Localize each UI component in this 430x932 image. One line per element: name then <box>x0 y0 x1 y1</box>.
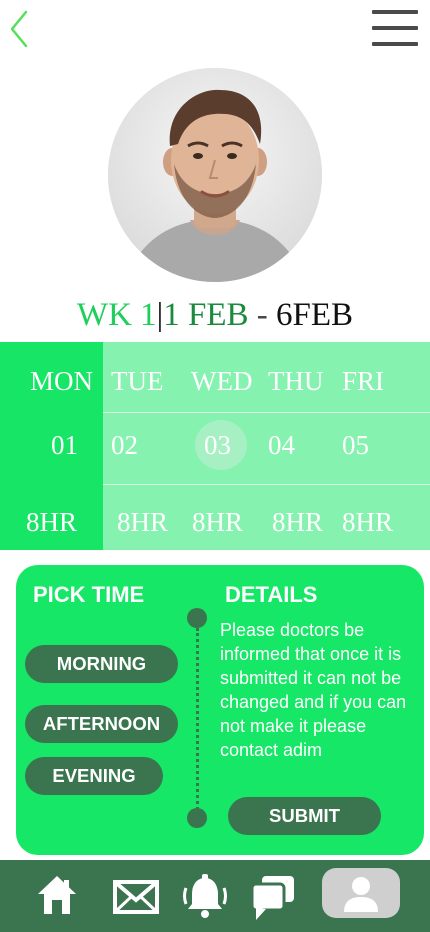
details-text: Please doctors be informed that once it … <box>220 620 407 760</box>
week-number: WK 1 <box>76 297 157 333</box>
week-title: WK 1|1 FEB - 6FEB <box>0 292 430 338</box>
day-label-thu[interactable]: THU <box>268 361 324 401</box>
user-photo <box>108 68 322 282</box>
day-label-tue[interactable]: TUE <box>111 361 163 401</box>
week-end-date: 6FEB <box>276 297 354 333</box>
afternoon-button[interactable]: AFTERNOON <box>25 705 178 743</box>
date-tue[interactable]: 02 <box>111 425 138 465</box>
hours-mon: 8HR <box>26 507 78 537</box>
timeline-divider <box>196 628 199 816</box>
nav-home[interactable] <box>34 872 80 923</box>
calendar-divider <box>103 484 430 485</box>
home-icon <box>38 876 76 914</box>
week-start-date: 1 FEB <box>163 297 249 333</box>
hours-fri: 8HR <box>342 507 394 537</box>
menu-button[interactable] <box>372 10 420 50</box>
day-label-fri[interactable]: FRI <box>342 361 384 401</box>
submit-button[interactable]: SUBMIT <box>228 797 381 835</box>
nav-profile[interactable] <box>322 868 400 918</box>
morning-button[interactable]: MORNING <box>25 645 178 683</box>
evening-button[interactable]: EVENING <box>25 757 163 795</box>
hours-wed: 8HR <box>192 507 244 537</box>
chevron-left-icon <box>10 10 28 48</box>
details-title: DETAILS <box>225 582 318 607</box>
week-separator: - <box>256 297 268 333</box>
chat-icon <box>250 876 294 920</box>
avatar <box>108 68 322 282</box>
date-wed-selected[interactable]: 03 <box>204 425 231 465</box>
bell-icon <box>183 874 227 918</box>
nav-notifications[interactable] <box>180 872 230 927</box>
date-mon[interactable]: 01 <box>51 425 78 465</box>
day-label-wed[interactable]: WED <box>191 361 252 401</box>
date-fri[interactable]: 05 <box>342 425 369 465</box>
calendar-divider <box>103 412 430 413</box>
date-thu[interactable]: 04 <box>268 425 295 465</box>
mail-icon <box>113 880 159 914</box>
back-button[interactable] <box>4 8 34 50</box>
nav-messages[interactable] <box>112 878 160 921</box>
timeline-dot-top <box>187 608 207 628</box>
hours-tue: 8HR <box>117 507 169 537</box>
timeline-dot-bottom <box>187 808 207 828</box>
profile-icon <box>344 877 378 912</box>
nav-chat[interactable] <box>248 872 298 927</box>
day-label-mon[interactable]: MON <box>30 361 93 401</box>
hamburger-menu-icon <box>372 10 418 14</box>
hours-thu: 8HR <box>272 507 324 537</box>
pick-time-title: PICK TIME <box>33 582 145 607</box>
